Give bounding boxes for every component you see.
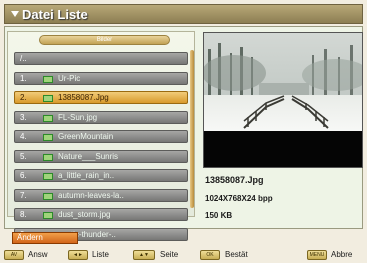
list-item[interactable]: 8. dust_storm.jpg — [14, 208, 188, 221]
key-hint-label: Bestät — [225, 250, 248, 259]
image-file-icon — [43, 192, 53, 200]
list-item-number: 6. — [20, 171, 27, 180]
image-file-icon — [43, 212, 53, 219]
list-item[interactable]: 3. FL-Sun.jpg — [14, 110, 188, 124]
key-hint-label: Liste — [92, 250, 109, 259]
menu-arrow-icon — [11, 11, 19, 17]
list-item-filename: GreenMountain — [58, 132, 114, 141]
andern-button[interactable]: Ändern — [12, 232, 78, 244]
list-item[interactable]: 1. Ur-Pic — [14, 71, 188, 85]
image-file-icon — [43, 153, 53, 161]
list-item-number: 1. — [20, 73, 27, 83]
list-item-filename: dust_storm.jpg — [58, 210, 111, 219]
list-item[interactable]: 4. GreenMountain — [14, 130, 188, 143]
list-item-number: 4. — [20, 132, 27, 141]
list-item-filename: Ur-Pic — [58, 73, 81, 83]
list-item-number: 5. — [20, 151, 27, 161]
remote-key-badge: MENU — [307, 250, 327, 260]
list-item-filename: 13858087.Jpg — [58, 93, 109, 102]
remote-key-badge: AV — [4, 250, 24, 260]
list-item[interactable]: 2. 13858087.Jpg — [14, 91, 188, 104]
preview-resolution: 1024X768X24 bpp — [205, 194, 273, 203]
list-item-parent[interactable]: /.. — [14, 52, 188, 65]
image-file-icon — [43, 173, 53, 180]
list-item[interactable]: 7. autumn-leaves-la.. — [14, 188, 188, 202]
list-item-number: 8. — [20, 210, 27, 219]
list-item-number: 2. — [20, 93, 27, 102]
key-hint-label: Abbre — [331, 250, 353, 259]
image-preview — [203, 32, 363, 168]
folder-label: Bilder — [39, 35, 170, 45]
image-file-icon — [43, 114, 53, 122]
page-title: Datei Liste — [22, 7, 88, 22]
image-file-icon — [43, 75, 53, 83]
list-item-filename: a_little_rain_in.. — [58, 171, 115, 180]
key-hint-label: Answ — [28, 250, 48, 259]
list-item-number: 3. — [20, 112, 27, 122]
parent-dir-label: /.. — [20, 54, 27, 63]
list-item[interactable]: 6. a_little_rain_in.. — [14, 169, 188, 182]
list-item-filename: FL-Sun.jpg — [58, 112, 98, 122]
image-file-icon — [43, 134, 53, 141]
footer-key-hints: AV Answ ◄► Liste ▲▼ Seite OK Bestät MENU Abbre — [0, 247, 367, 263]
file-browser-screen: Datei Liste Bilder /.. 1. Ur-Pic 2. 13858087… — [0, 0, 367, 263]
image-file-icon — [43, 95, 53, 102]
title-bar: Datei Liste — [4, 4, 363, 24]
remote-key-badge: ▲▼ — [133, 250, 155, 260]
remote-key-badge: OK — [200, 250, 220, 260]
preview-photo — [204, 33, 362, 167]
list-item-filename: autumn-leaves-la.. — [58, 190, 124, 200]
key-hint-label: Seite — [160, 250, 179, 259]
preview-filename: 13858087.Jpg — [205, 175, 264, 185]
list-scrollbar[interactable] — [190, 50, 194, 208]
list-item[interactable]: 5. Nature___Sunris — [14, 149, 188, 163]
list-item-filename: Nature___Sunris — [58, 151, 119, 161]
preview-filesize: 150 KB — [205, 211, 233, 220]
list-item-number: 7. — [20, 190, 27, 200]
remote-key-badge: ◄► — [68, 250, 88, 260]
